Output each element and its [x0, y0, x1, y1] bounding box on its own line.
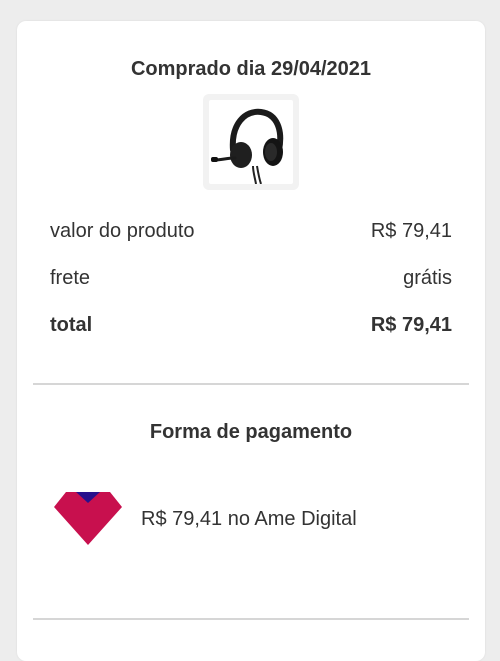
total-amount: R$ 79,41	[370, 314, 452, 336]
payment-section-title: Forma de pagamento	[149, 421, 353, 443]
shipping-row: frete grátis	[50, 267, 452, 293]
shipping-value: grátis	[403, 267, 452, 289]
payment-method-description: R$ 79,41 no Ame Digital	[141, 508, 357, 530]
section-divider-bottom	[33, 618, 469, 620]
section-divider	[33, 383, 469, 385]
order-summary-card: Comprado dia 29/04/2021 valor do produto	[17, 21, 485, 661]
shipping-label: frete	[50, 267, 91, 289]
product-value-amount: R$ 79,41	[370, 220, 452, 242]
ame-digital-logo-icon	[52, 491, 124, 547]
headset-icon	[209, 100, 293, 184]
purchase-date-title: Comprado dia 29/04/2021	[130, 58, 372, 80]
total-label: total	[50, 314, 93, 336]
total-row: total R$ 79,41	[50, 314, 452, 340]
product-value-row: valor do produto R$ 79,41	[50, 220, 452, 246]
product-thumbnail[interactable]	[203, 94, 299, 190]
product-value-label: valor do produto	[50, 220, 195, 242]
